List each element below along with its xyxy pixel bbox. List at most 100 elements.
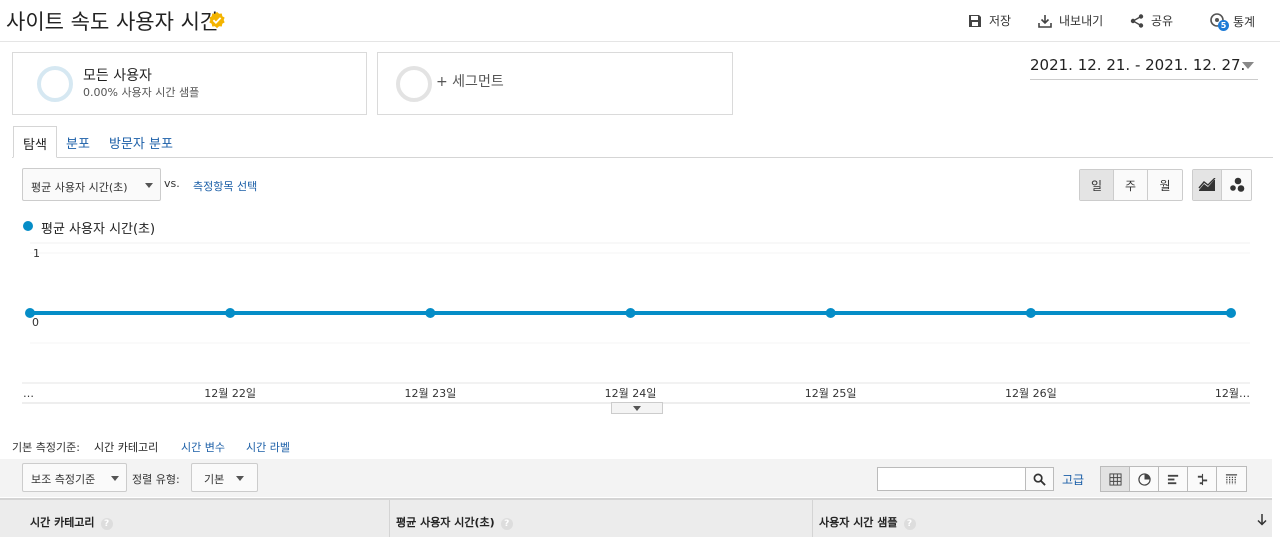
y-tick-label: 1 <box>33 247 40 260</box>
insights-icon: 5 <box>1209 12 1229 31</box>
download-icon <box>1038 14 1052 28</box>
data-point <box>225 308 236 318</box>
save-button[interactable]: 저장 <box>967 12 1011 29</box>
grid-icon <box>1108 472 1122 486</box>
sort-type-value: 기본 <box>204 473 225 486</box>
bar-list-icon <box>1167 474 1178 484</box>
page-title: 사이트 속도 사용자 시간 <box>6 10 220 34</box>
table-header-row: 시간 카테고리? 평균 사용자 시간(초)? 사용자 시간 샘플? <box>0 498 1272 537</box>
line-chart-button[interactable] <box>1193 170 1222 200</box>
sort-descending-icon[interactable] <box>1257 514 1267 526</box>
bubble-chart-icon <box>1229 177 1244 192</box>
column-title: 사용자 시간 샘플 <box>819 516 898 529</box>
line-chart: 1 0 … 12월 22일 12월 23일 12월 24일 12월 25일 12월 26일 1… <box>22 242 1250 404</box>
granularity-day[interactable]: 일 <box>1080 170 1114 200</box>
share-button[interactable]: 공유 <box>1129 12 1173 29</box>
x-tick-label: 12월 23일 <box>404 386 456 400</box>
table-view-button[interactable] <box>1101 467 1130 491</box>
search-button[interactable] <box>1025 467 1054 491</box>
verified-badge-icon <box>209 11 225 29</box>
date-range-text: 2021. 12. 21. - 2021. 12. 27. <box>1030 56 1246 74</box>
segment-sample: 0.00% 사용자 시간 샘플 <box>83 86 200 99</box>
date-range-picker[interactable]: 2021. 12. 21. - 2021. 12. 27. <box>1030 52 1258 80</box>
report-header: 사이트 속도 사용자 시간 저장 내보내기 공유 5 통계 <box>0 0 1280 42</box>
data-point <box>25 308 35 318</box>
segment-name: 모든 사용자 <box>83 68 152 84</box>
chevron-down-icon <box>1242 62 1254 69</box>
performance-view-button[interactable] <box>1159 467 1188 491</box>
add-segment-label: + 세그먼트 <box>436 74 504 90</box>
help-icon[interactable]: ? <box>903 518 916 530</box>
pivot-view-button[interactable] <box>1217 467 1246 491</box>
pie-chart-icon <box>1137 472 1151 486</box>
segment-card-all-users[interactable]: 모든 사용자 0.00% 사용자 시간 샘플 <box>12 52 367 115</box>
sort-type-select[interactable]: 기본 <box>191 463 258 492</box>
tab-distribution[interactable]: 분포 <box>57 126 99 158</box>
tab-visitor-distribution[interactable]: 방문자 분포 <box>100 126 182 158</box>
column-title: 평균 사용자 시간(초) <box>396 516 495 529</box>
motion-chart-button[interactable] <box>1222 170 1251 200</box>
save-icon <box>969 14 981 27</box>
help-icon[interactable]: ? <box>500 518 513 530</box>
granularity-month[interactable]: 월 <box>1148 170 1182 200</box>
column-header-avg-user-timing[interactable]: 평균 사용자 시간(초)? <box>396 500 513 537</box>
metric-select[interactable]: 평균 사용자 시간(초) <box>22 168 161 201</box>
x-tick-label: 12월… <box>1215 387 1250 400</box>
x-tick-label: 12월 22일 <box>204 386 256 400</box>
collapse-chart-button[interactable] <box>611 402 663 414</box>
choose-metric-link[interactable]: 측정항목 선택 <box>193 178 257 194</box>
chevron-down-icon <box>633 406 641 411</box>
insights-badge: 5 <box>1218 20 1229 31</box>
data-point <box>625 308 636 318</box>
secondary-dimension-label: 보조 측정기준 <box>31 473 96 486</box>
granularity-week[interactable]: 주 <box>1114 170 1148 200</box>
data-point <box>425 308 436 318</box>
share-icon <box>1130 13 1144 28</box>
data-point <box>1025 308 1036 318</box>
table-search-input[interactable] <box>877 467 1026 491</box>
save-label: 저장 <box>989 14 1012 28</box>
x-tick-label: 12월 25일 <box>805 386 857 400</box>
line-chart-icon <box>1198 178 1216 191</box>
column-title: 시간 카테고리 <box>30 516 95 529</box>
dimension-time-variable[interactable]: 시간 변수 <box>181 439 225 455</box>
y-tick-label: 0 <box>32 316 39 329</box>
column-divider <box>389 500 390 537</box>
column-header-user-timing-sample[interactable]: 사용자 시간 샘플? <box>819 500 916 537</box>
tabs-divider <box>12 157 1273 158</box>
legend-marker <box>23 221 33 231</box>
granularity-toggle: 일 주 월 <box>1079 169 1183 201</box>
vs-label: vs. <box>164 177 180 190</box>
tab-explore[interactable]: 탐색 <box>13 126 57 158</box>
column-divider <box>812 500 813 537</box>
export-button[interactable]: 내보내기 <box>1037 12 1103 29</box>
chevron-down-icon <box>236 476 244 481</box>
metric-select-value: 평균 사용자 시간(초) <box>31 181 128 194</box>
insights-button[interactable]: 5 통계 <box>1209 12 1256 31</box>
segment-ring-icon <box>37 66 73 102</box>
x-tick-label: … <box>23 387 34 400</box>
search-icon <box>1033 473 1046 486</box>
sort-type-label: 정렬 유형: <box>132 473 180 486</box>
x-tick-label: 12월 24일 <box>605 386 657 400</box>
dimension-time-label[interactable]: 시간 라벨 <box>246 439 290 455</box>
help-icon[interactable]: ? <box>100 518 113 530</box>
secondary-dimension-select[interactable]: 보조 측정기준 <box>22 463 127 492</box>
column-header-time-category[interactable]: 시간 카테고리? <box>30 500 113 537</box>
export-label: 내보내기 <box>1059 14 1104 28</box>
comparison-view-button[interactable] <box>1188 467 1217 491</box>
pie-view-button[interactable] <box>1130 467 1159 491</box>
segment-ring-empty-icon <box>396 66 432 102</box>
data-point <box>1226 308 1236 318</box>
comparison-icon <box>1197 473 1207 485</box>
share-label: 공유 <box>1151 14 1174 28</box>
x-tick-label: 12월 26일 <box>1005 386 1057 400</box>
chart-type-toggle <box>1192 169 1252 201</box>
primary-dimension-label: 기본 측정기준: <box>12 441 80 454</box>
insights-label: 통계 <box>1233 14 1256 29</box>
dimension-time-category[interactable]: 시간 카테고리 <box>94 439 158 455</box>
add-segment-card[interactable]: + 세그먼트 <box>377 52 733 115</box>
data-point <box>825 308 836 318</box>
pivot-icon <box>1225 473 1238 484</box>
advanced-filter-link[interactable]: 고급 <box>1062 471 1084 488</box>
